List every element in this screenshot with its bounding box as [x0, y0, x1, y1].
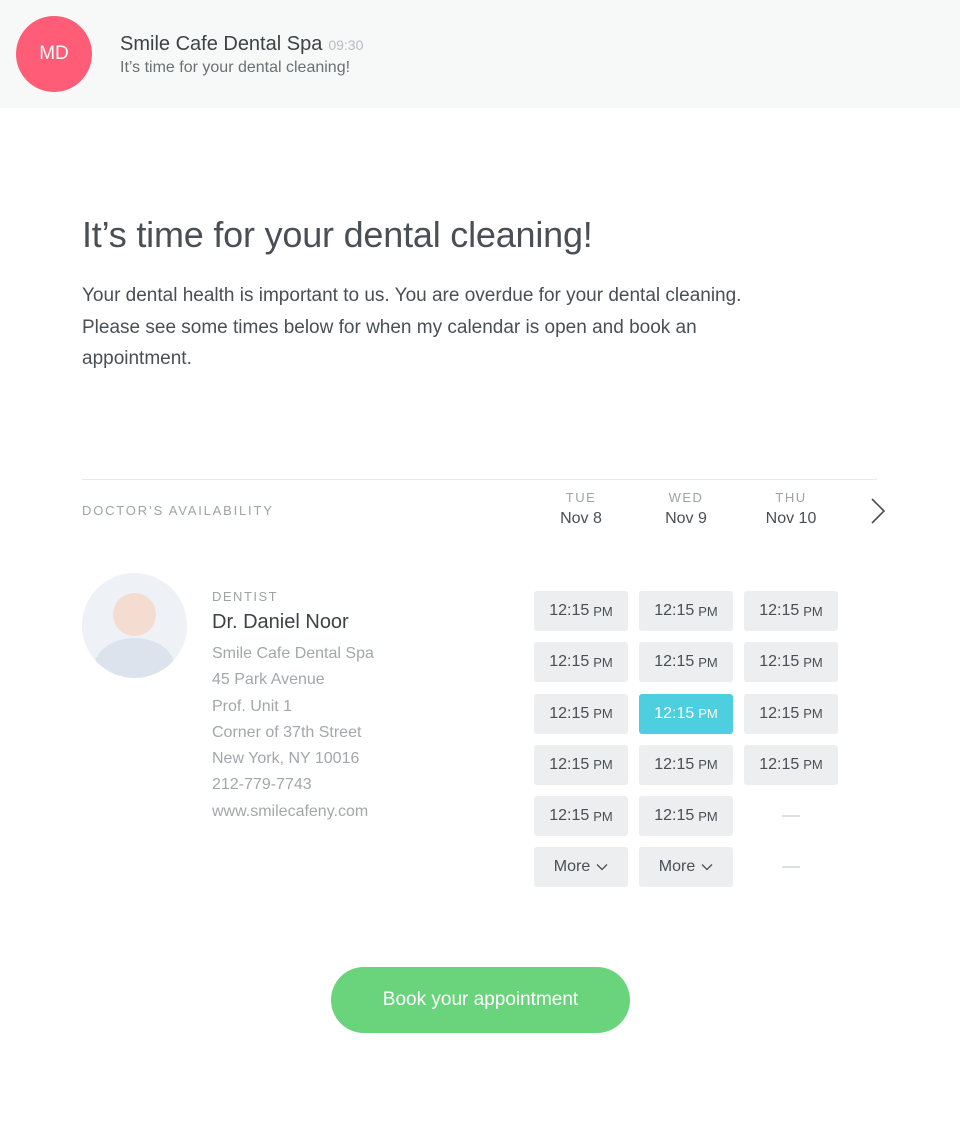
slot-ampm: PM	[593, 757, 613, 773]
slot-time: 12:15	[759, 602, 800, 619]
chevron-right-icon	[871, 498, 886, 524]
doctor-details: Smile Cafe Dental Spa 45 Park Avenue Pro…	[212, 641, 374, 825]
avatar-head	[113, 593, 156, 636]
avatar-body	[94, 638, 175, 678]
slot-ampm: PM	[593, 808, 613, 824]
slot-ampm: PM	[698, 808, 718, 824]
time-slot[interactable]: 12:15 PM	[744, 744, 838, 785]
slot-time: 12:15	[549, 602, 590, 619]
dash-icon	[782, 815, 800, 818]
time-slot[interactable]: 12:15 PM	[534, 744, 628, 785]
notification-time: 09:30	[328, 37, 364, 53]
slot-time: 12:15	[759, 755, 800, 773]
day-of-week: THU	[775, 490, 807, 505]
day-of-week: TUE	[565, 490, 597, 505]
chevron-down-icon	[701, 864, 713, 871]
slot-time: 12:15	[654, 653, 695, 671]
time-slot[interactable]: 12:15 PM	[639, 591, 733, 631]
chevron-down-icon	[596, 864, 608, 871]
time-slot[interactable]: 12:15 PM	[744, 591, 838, 631]
doctor-name: Dr. Daniel Noor	[212, 611, 349, 633]
slot-time: 12:15	[759, 704, 800, 722]
slot-time: 12:15	[654, 807, 695, 825]
sender-avatar: MD	[16, 16, 92, 92]
slot-ampm: PM	[593, 603, 613, 619]
empty-slot	[744, 847, 838, 887]
practice-name: Smile Cafe Dental Spa	[212, 645, 374, 662]
time-slot-selected[interactable]: 12:15 PM	[639, 693, 733, 734]
day-date: Nov 9	[665, 510, 707, 527]
day-header-wed: WED Nov 9	[639, 490, 733, 528]
slot-time: 12:15	[549, 807, 590, 825]
time-slot[interactable]: 12:15 PM	[744, 693, 838, 734]
address-line: 45 Park Avenue	[212, 671, 325, 689]
day-header-thu: THU Nov 10	[744, 490, 838, 528]
slot-ampm: PM	[698, 757, 718, 773]
website-link[interactable]: www.smilecafeny.com	[212, 799, 374, 825]
notification-header[interactable]: MD Smile Cafe Dental Spa 09:30 It’s time …	[0, 0, 960, 108]
day-date: Nov 8	[560, 510, 602, 527]
availability-label: DOCTOR’S AVAILABILITY	[82, 503, 274, 518]
time-slot[interactable]: 12:15 PM	[639, 744, 733, 785]
next-days-button[interactable]	[864, 496, 892, 526]
day-header-tue: TUE Nov 8	[534, 490, 628, 528]
slot-column-tue: 12:15 PM 12:15 PM 12:15 PM 12:15 PM 12:15 PM …	[534, 591, 628, 899]
book-appointment-button[interactable]: Book your appointment	[331, 967, 630, 1033]
more-label: More	[658, 858, 696, 876]
day-of-week: WED	[668, 490, 704, 505]
slot-time: 12:15	[549, 653, 590, 671]
slot-ampm: PM	[593, 706, 613, 722]
slot-ampm: PM	[698, 654, 718, 670]
slot-column-wed: 12:15 PM 12:15 PM 12:15 PM 12:15 PM 12:15 PM …	[639, 591, 733, 899]
time-slot[interactable]: 12:15 PM	[534, 642, 628, 683]
slot-time: 12:15	[654, 704, 695, 722]
slot-time: 12:15	[759, 653, 800, 671]
time-slot[interactable]: 12:15 PM	[534, 591, 628, 631]
more-times-button[interactable]: More	[639, 847, 733, 888]
phone-number[interactable]: 212-779-7743	[212, 772, 374, 798]
day-date: Nov 10	[765, 510, 817, 527]
section-divider	[82, 479, 877, 480]
doctor-role: DENTIST	[212, 589, 279, 604]
message-headline: It’s time for your dental cleaning!	[82, 214, 593, 255]
slot-ampm: PM	[803, 603, 823, 619]
slot-time: 12:15	[654, 602, 695, 619]
message-body: Your dental health is important to us. Y…	[82, 285, 742, 369]
notification-preview: It’s time for your dental cleaning!	[120, 59, 351, 76]
slot-column-thu: 12:15 PM 12:15 PM 12:15 PM 12:15 PM	[744, 591, 838, 899]
slot-ampm: PM	[803, 706, 823, 722]
slot-time: 12:15	[549, 755, 590, 773]
more-times-button[interactable]: More	[534, 847, 628, 888]
slot-ampm: PM	[698, 706, 718, 722]
slot-ampm: PM	[803, 654, 823, 670]
slot-ampm: PM	[698, 603, 718, 619]
time-slot[interactable]: 12:15 PM	[534, 796, 628, 837]
address-line: Corner of 37th Street	[212, 723, 362, 741]
time-slot[interactable]: 12:15 PM	[534, 693, 628, 734]
address-line: Prof. Unit 1	[212, 697, 293, 715]
time-slot[interactable]: 12:15 PM	[744, 642, 838, 683]
sender-line: Smile Cafe Dental Spa 09:30	[120, 33, 363, 56]
slot-ampm: PM	[803, 757, 823, 773]
slot-time: 12:15	[549, 704, 590, 722]
slot-time: 12:15	[654, 755, 695, 773]
slot-ampm: PM	[593, 654, 613, 670]
city-line: New York, NY 10016	[212, 750, 360, 768]
more-label: More	[553, 858, 591, 876]
empty-slot	[744, 796, 838, 836]
sender-name: Smile Cafe Dental Spa	[120, 33, 323, 55]
time-slot[interactable]: 12:15 PM	[639, 642, 733, 683]
doctor-avatar	[82, 573, 187, 678]
dash-icon	[782, 866, 800, 869]
time-slot[interactable]: 12:15 PM	[639, 796, 733, 837]
